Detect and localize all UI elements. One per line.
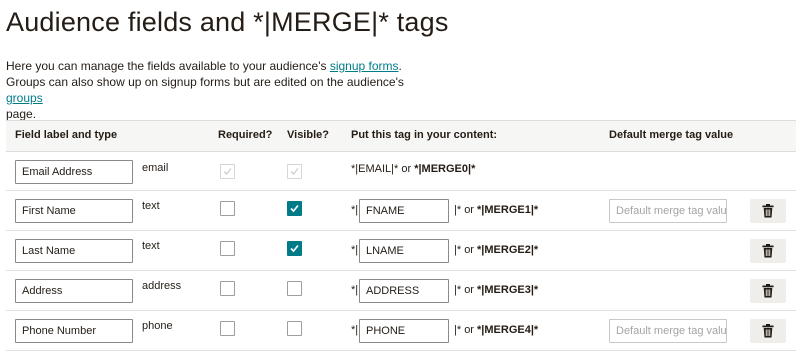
trash-icon — [762, 284, 774, 298]
trash-icon — [762, 244, 774, 258]
header-field-label: Field label and type — [15, 129, 118, 141]
merge-tag-text: |* or *|MERGE2|* — [454, 244, 538, 256]
table-header: Field label and type Required? Visible? … — [6, 120, 796, 152]
merge-code: *|MERGE2|* — [477, 244, 539, 256]
tag-prefix: *| — [351, 324, 359, 336]
merge-tag-input[interactable]: LNAME — [359, 239, 449, 263]
check-icon — [290, 244, 299, 253]
merge-tag-input[interactable]: ADDRESS — [359, 279, 449, 303]
description-text: . — [398, 59, 402, 73]
signup-forms-link[interactable]: signup forms — [330, 59, 399, 73]
required-checkbox[interactable] — [220, 281, 235, 296]
tag-suffix: |* or — [454, 324, 478, 336]
delete-button[interactable] — [750, 279, 786, 303]
visible-checkbox[interactable] — [287, 321, 302, 336]
check-icon — [223, 168, 232, 175]
merge-code: *|MERGE1|* — [477, 204, 539, 216]
tag-text: *|EMAIL|* or — [351, 163, 415, 175]
field-label-input[interactable]: Last Name — [15, 239, 133, 263]
merge-tag-text: |* or *|MERGE1|* — [454, 204, 538, 216]
merge-code: *|MERGE4|* — [477, 324, 539, 336]
merge-tag-input[interactable]: PHONE — [359, 319, 449, 343]
field-label-input[interactable]: First Name — [15, 199, 133, 223]
tag-suffix: |* or — [454, 204, 478, 216]
merge-tag-text: *|EMAIL|* or *|MERGE0|* — [351, 163, 475, 175]
field-type: email — [142, 162, 169, 174]
description-text: page. — [6, 107, 37, 121]
groups-link[interactable]: groups — [6, 91, 43, 105]
trash-icon — [762, 204, 774, 218]
table-row: Email Address email *|EMAIL|* or *|MERGE… — [6, 152, 796, 191]
description-text: Here you can manage the fields available… — [6, 59, 330, 73]
header-required: Required? — [218, 129, 273, 141]
table-row: Phone Number phone *| PHONE |* or *|MERG… — [6, 311, 796, 351]
field-label-input[interactable]: Address — [15, 279, 133, 303]
check-icon — [290, 204, 299, 213]
merge-code: *|MERGE0|* — [414, 163, 476, 175]
required-checkbox[interactable] — [220, 201, 235, 216]
header-visible: Visible? — [287, 129, 329, 141]
tag-suffix: |* or — [454, 244, 478, 256]
fields-table: Field label and type Required? Visible? … — [6, 120, 796, 351]
required-checkbox[interactable] — [220, 241, 235, 256]
merge-tag-input[interactable]: FNAME — [359, 199, 449, 223]
tag-prefix: *| — [351, 284, 359, 296]
field-type: phone — [142, 320, 173, 332]
tag-prefix: *| — [351, 244, 359, 256]
required-checkbox[interactable] — [220, 321, 235, 336]
default-value-input[interactable]: Default merge tag value — [609, 319, 727, 343]
visible-checkbox[interactable] — [287, 241, 302, 256]
tag-suffix: |* or — [454, 284, 478, 296]
page-title: Audience fields and *|MERGE|* tags — [6, 7, 449, 37]
delete-button[interactable] — [750, 199, 786, 223]
visible-checkbox — [287, 164, 302, 179]
field-type: address — [142, 280, 182, 292]
default-value-input[interactable]: Default merge tag value — [609, 199, 727, 223]
header-default-value: Default merge tag value — [609, 129, 734, 141]
visible-checkbox[interactable] — [287, 201, 302, 216]
field-type: text — [142, 240, 160, 252]
merge-tag-text: |* or *|MERGE4|* — [454, 324, 538, 336]
delete-button[interactable] — [750, 319, 786, 343]
check-icon — [290, 168, 299, 175]
merge-tag-text: |* or *|MERGE3|* — [454, 284, 538, 296]
description-text: Groups can also show up on signup forms … — [6, 75, 404, 89]
header-tag: Put this tag in your content: — [351, 129, 498, 141]
field-type: text — [142, 200, 160, 212]
table-row: First Name text *| FNAME |* or *|MERGE1|… — [6, 191, 796, 231]
page-description: Here you can manage the fields available… — [6, 58, 426, 122]
table-row: Address address *| ADDRESS |* or *|MERGE… — [6, 271, 796, 311]
delete-button[interactable] — [750, 239, 786, 263]
trash-icon — [762, 324, 774, 338]
table-row: Last Name text *| LNAME |* or *|MERGE2|* — [6, 231, 796, 271]
field-label-input[interactable]: Phone Number — [15, 319, 133, 343]
merge-code: *|MERGE3|* — [477, 284, 539, 296]
tag-prefix: *| — [351, 204, 359, 216]
visible-checkbox[interactable] — [287, 281, 302, 296]
field-label-input[interactable]: Email Address — [15, 160, 133, 184]
required-checkbox — [220, 164, 235, 179]
